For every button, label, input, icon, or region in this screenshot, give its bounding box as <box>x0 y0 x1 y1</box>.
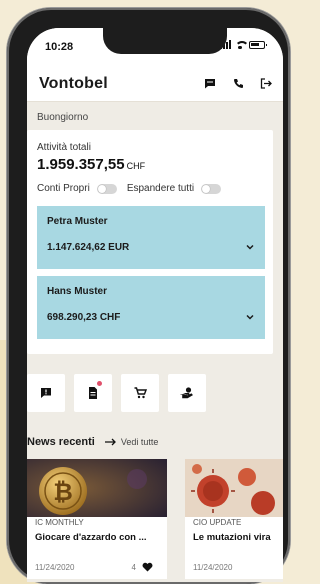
portfolio-summary-card: Attività totali 1.959.357,55 CHF Conti Pr… <box>27 130 273 354</box>
documents-button[interactable] <box>74 374 112 412</box>
document-icon <box>89 387 97 399</box>
news-date: 11/24/2020 <box>193 563 233 572</box>
quick-actions <box>27 374 206 412</box>
likes-count: 4 <box>131 562 136 572</box>
account-tile-petra[interactable]: Petra Muster 1.147.624,62 EUR <box>37 206 265 269</box>
news-heading: News recenti <box>27 436 95 448</box>
news-card[interactable]: ₿ IC MONTHLY Giocare d'azzardo con ... 1… <box>27 459 167 579</box>
status-time: 10:28 <box>45 41 74 53</box>
expand-all-toggle[interactable] <box>201 183 222 194</box>
news-card[interactable]: CIO UPDATE Le mutazioni vira 11/24/2020 <box>185 459 283 579</box>
expand-all-label: Espandere tutti <box>126 183 195 194</box>
news-image-bitcoin: ₿ <box>27 459 167 517</box>
news-title: Le mutazioni vira <box>193 532 271 543</box>
arrow-right-icon <box>104 438 116 446</box>
device-notch <box>103 28 227 54</box>
account-value: 698.290,23 CHF <box>47 312 121 323</box>
see-all-label: Vedi tutte <box>120 437 159 447</box>
own-accounts-toggle[interactable] <box>96 183 117 194</box>
news-header: News recenti Vedi tutte <box>27 436 158 448</box>
status-icons <box>220 40 267 49</box>
battery-icon <box>249 40 267 49</box>
news-likes: 4 <box>132 562 153 572</box>
heart-icon[interactable] <box>142 562 153 572</box>
news-image-virus <box>185 459 283 517</box>
account-tile-hans[interactable]: Hans Muster 698.290,23 CHF <box>37 276 265 339</box>
brand-logo: Vontobel <box>39 75 108 92</box>
total-assets-label: Attività totali <box>37 142 91 153</box>
header-actions <box>203 76 273 90</box>
news-tag: IC MONTHLY <box>35 518 84 527</box>
message-alert-icon <box>41 388 51 398</box>
account-holder-name: Hans Muster <box>47 286 108 297</box>
news-tag: CIO UPDATE <box>193 518 242 527</box>
chevron-down-icon <box>246 314 254 320</box>
chevron-down-icon <box>246 244 254 250</box>
news-date: 11/24/2020 <box>35 563 75 572</box>
logout-icon[interactable] <box>259 76 273 90</box>
chat-icon[interactable] <box>203 76 217 90</box>
hand-money-icon <box>180 387 193 399</box>
app-header: Vontobel <box>27 66 283 102</box>
phone-icon[interactable] <box>231 76 245 90</box>
notification-badge <box>97 381 102 386</box>
trade-button[interactable] <box>121 374 159 412</box>
total-assets-amount: 1.959.357,55 <box>37 156 125 173</box>
messages-button[interactable] <box>27 374 65 412</box>
total-assets-value: 1.959.357,55 CHF <box>37 156 145 173</box>
cart-icon <box>134 387 147 399</box>
account-holder-name: Petra Muster <box>47 216 108 227</box>
svg-text:₿: ₿ <box>53 478 73 506</box>
see-all-link[interactable]: Vedi tutte <box>104 437 159 447</box>
toggle-row: Conti Propri Espandere tutti <box>37 183 231 194</box>
payments-button[interactable] <box>168 374 206 412</box>
wifi-icon <box>235 40 249 49</box>
own-accounts-label: Conti Propri <box>37 183 90 194</box>
account-value: 1.147.624,62 EUR <box>47 242 130 253</box>
news-title: Giocare d'azzardo con ... <box>35 532 147 543</box>
total-assets-currency: CHF <box>126 161 146 171</box>
